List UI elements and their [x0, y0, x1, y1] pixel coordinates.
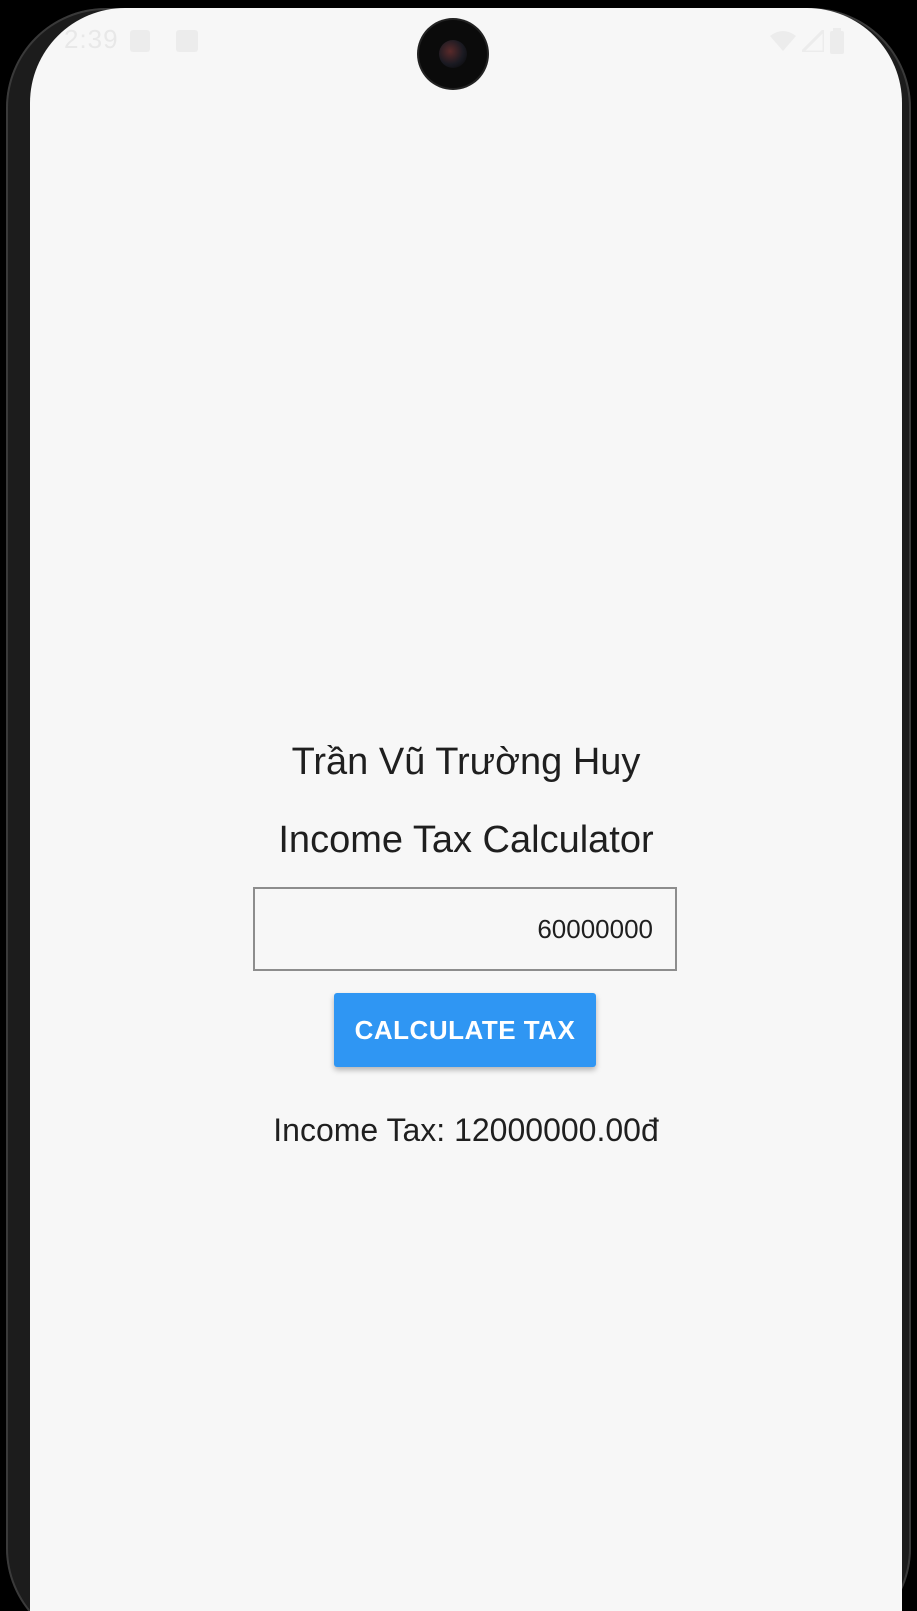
app-screen: 2:39 Trần Vũ Trường Huy Income Tax Calcu…	[30, 8, 902, 1611]
page-title: Income Tax Calculator	[278, 819, 654, 861]
income-tax-result: Income Tax: 12000000.00đ	[273, 1112, 659, 1148]
calculator-content: Trần Vũ Trường Huy Income Tax Calculator…	[30, 8, 902, 1611]
author-name: Trần Vũ Trường Huy	[291, 741, 641, 783]
income-input[interactable]	[253, 887, 677, 971]
phone-device: 2:39 Trần Vũ Trường Huy Income Tax Calcu…	[0, 0, 917, 1611]
calculate-tax-button[interactable]: CALCULATE TAX	[334, 993, 596, 1067]
